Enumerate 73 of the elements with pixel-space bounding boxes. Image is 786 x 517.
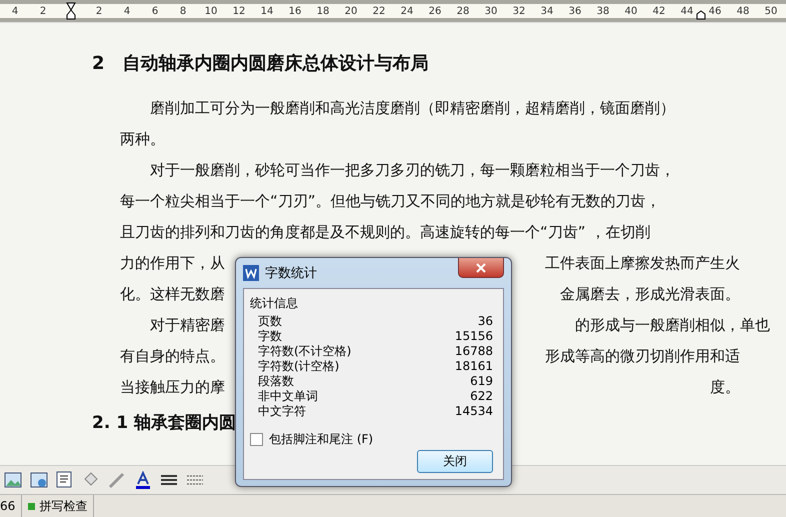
stat-value: 14534 xyxy=(454,404,493,419)
ruler-number: 34 xyxy=(540,6,554,16)
ruler-number: 2 xyxy=(40,6,46,16)
stat-value: 619 xyxy=(470,374,493,389)
paragraph-text: 且刀齿的排列和刀齿的角度都是及不规则的。高速旋转的每一个“刀齿” ，在切削 xyxy=(120,223,650,242)
ruler-number: 42 xyxy=(652,6,666,16)
section-heading: 2. 1 轴承套圈内圆 xyxy=(92,412,236,434)
spell-check-label[interactable]: 拼写检查 xyxy=(39,498,88,514)
stat-value: 16788 xyxy=(454,344,493,359)
checkbox[interactable] xyxy=(250,433,263,446)
group-title: 统计信息 xyxy=(250,295,299,312)
app-logo-icon xyxy=(243,265,259,281)
paragraph-text: 有自身的特点。 xyxy=(120,347,225,366)
ruler-number: 10 xyxy=(204,6,218,16)
dialog-title: 字数统计 xyxy=(265,265,317,282)
ruler-number: 8 xyxy=(180,6,186,16)
paragraph-text: 金属磨去，形成光滑表面。 xyxy=(560,285,740,304)
ruler-number: 28 xyxy=(456,6,470,16)
ruler-number: 30 xyxy=(484,6,498,16)
page-number: 66 xyxy=(0,499,16,513)
chapter-heading: 2 自动轴承内圈内圆磨床总体设计与布局 xyxy=(92,52,430,75)
picture-icon[interactable] xyxy=(30,471,48,489)
ruler-number: 24 xyxy=(400,6,414,16)
picture-icon[interactable] xyxy=(4,471,22,489)
ruler-number: 22 xyxy=(372,6,386,16)
ruler-number: 40 xyxy=(624,6,638,16)
stat-label: 页数 xyxy=(258,314,282,329)
ruler-number: 2 xyxy=(96,6,102,16)
close-icon xyxy=(476,262,486,272)
paragraph-text: 每一个粒尖相当于一个“刀刃”。但他与铣刀又不同的地方就是砂轮有无数的刀齿， xyxy=(120,192,661,211)
stat-value: 18161 xyxy=(454,359,493,374)
paragraph-text: 的形成与一般磨削相似，单也 xyxy=(575,316,770,335)
ruler-number: 6 xyxy=(152,6,158,16)
ruler-number: 32 xyxy=(512,6,526,16)
paragraph-text: 度。 xyxy=(710,378,740,397)
ruler-number: 20 xyxy=(344,6,358,16)
ruler-number: 50 xyxy=(764,6,778,16)
stat-value: 36 xyxy=(478,314,493,329)
checkbox-label[interactable]: 包括脚注和尾注 (F) xyxy=(269,431,374,448)
paragraph-text: 工件表面上摩擦发热而产生火 xyxy=(545,254,740,273)
close-button[interactable] xyxy=(458,258,504,278)
text-box-icon[interactable] xyxy=(56,471,74,489)
ruler-number: 14 xyxy=(260,6,274,16)
ruler-number: 36 xyxy=(568,6,582,16)
ruler-number: 48 xyxy=(736,6,750,16)
paragraph-text: 对于一般磨削，砂轮可当作一把多刀多刃的铣刀，每一颗磨粒相当于一个刀齿， xyxy=(150,161,675,180)
stat-value: 15156 xyxy=(454,329,493,344)
paragraph-text: 两种。 xyxy=(120,130,165,149)
ruler-number: 12 xyxy=(232,6,246,16)
ruler-number: 46 xyxy=(708,6,722,16)
stat-label: 字数 xyxy=(258,329,282,344)
stat-value: 622 xyxy=(470,389,493,404)
ruler-number: 18 xyxy=(316,6,330,16)
ruler-number: 4 xyxy=(124,6,130,16)
stat-label: 字符数(计空格) xyxy=(258,359,340,374)
stat-label: 非中文单词 xyxy=(258,389,318,404)
paragraph-text: 化。这样无数磨 xyxy=(120,285,225,304)
ruler-number: 16 xyxy=(288,6,302,16)
indent-marker-icon[interactable] xyxy=(66,2,76,20)
paragraph-text: 力的作用下，从 xyxy=(120,254,225,273)
paragraph-text: 形成等高的微刃切削作用和适 xyxy=(545,347,740,366)
paragraph-text: 磨削加工可分为一般磨削和高光洁度磨削（即精密磨削，超精磨削，镜面磨削） xyxy=(150,99,675,118)
stat-label: 字符数(不计空格) xyxy=(258,344,352,359)
ruler-number: 26 xyxy=(428,6,442,16)
paragraph-text: 当接触压力的摩 xyxy=(120,378,225,397)
ruler-number: 38 xyxy=(596,6,610,16)
paragraph-text: 对于精密磨 xyxy=(150,316,225,335)
stat-label: 中文字符 xyxy=(258,404,306,419)
stat-label: 段落数 xyxy=(258,374,294,389)
ruler-number: 4 xyxy=(12,6,18,16)
ruler-number: 44 xyxy=(680,6,694,16)
close-dialog-button[interactable]: 关闭 xyxy=(417,450,493,473)
font-color-icon[interactable] xyxy=(134,471,152,489)
